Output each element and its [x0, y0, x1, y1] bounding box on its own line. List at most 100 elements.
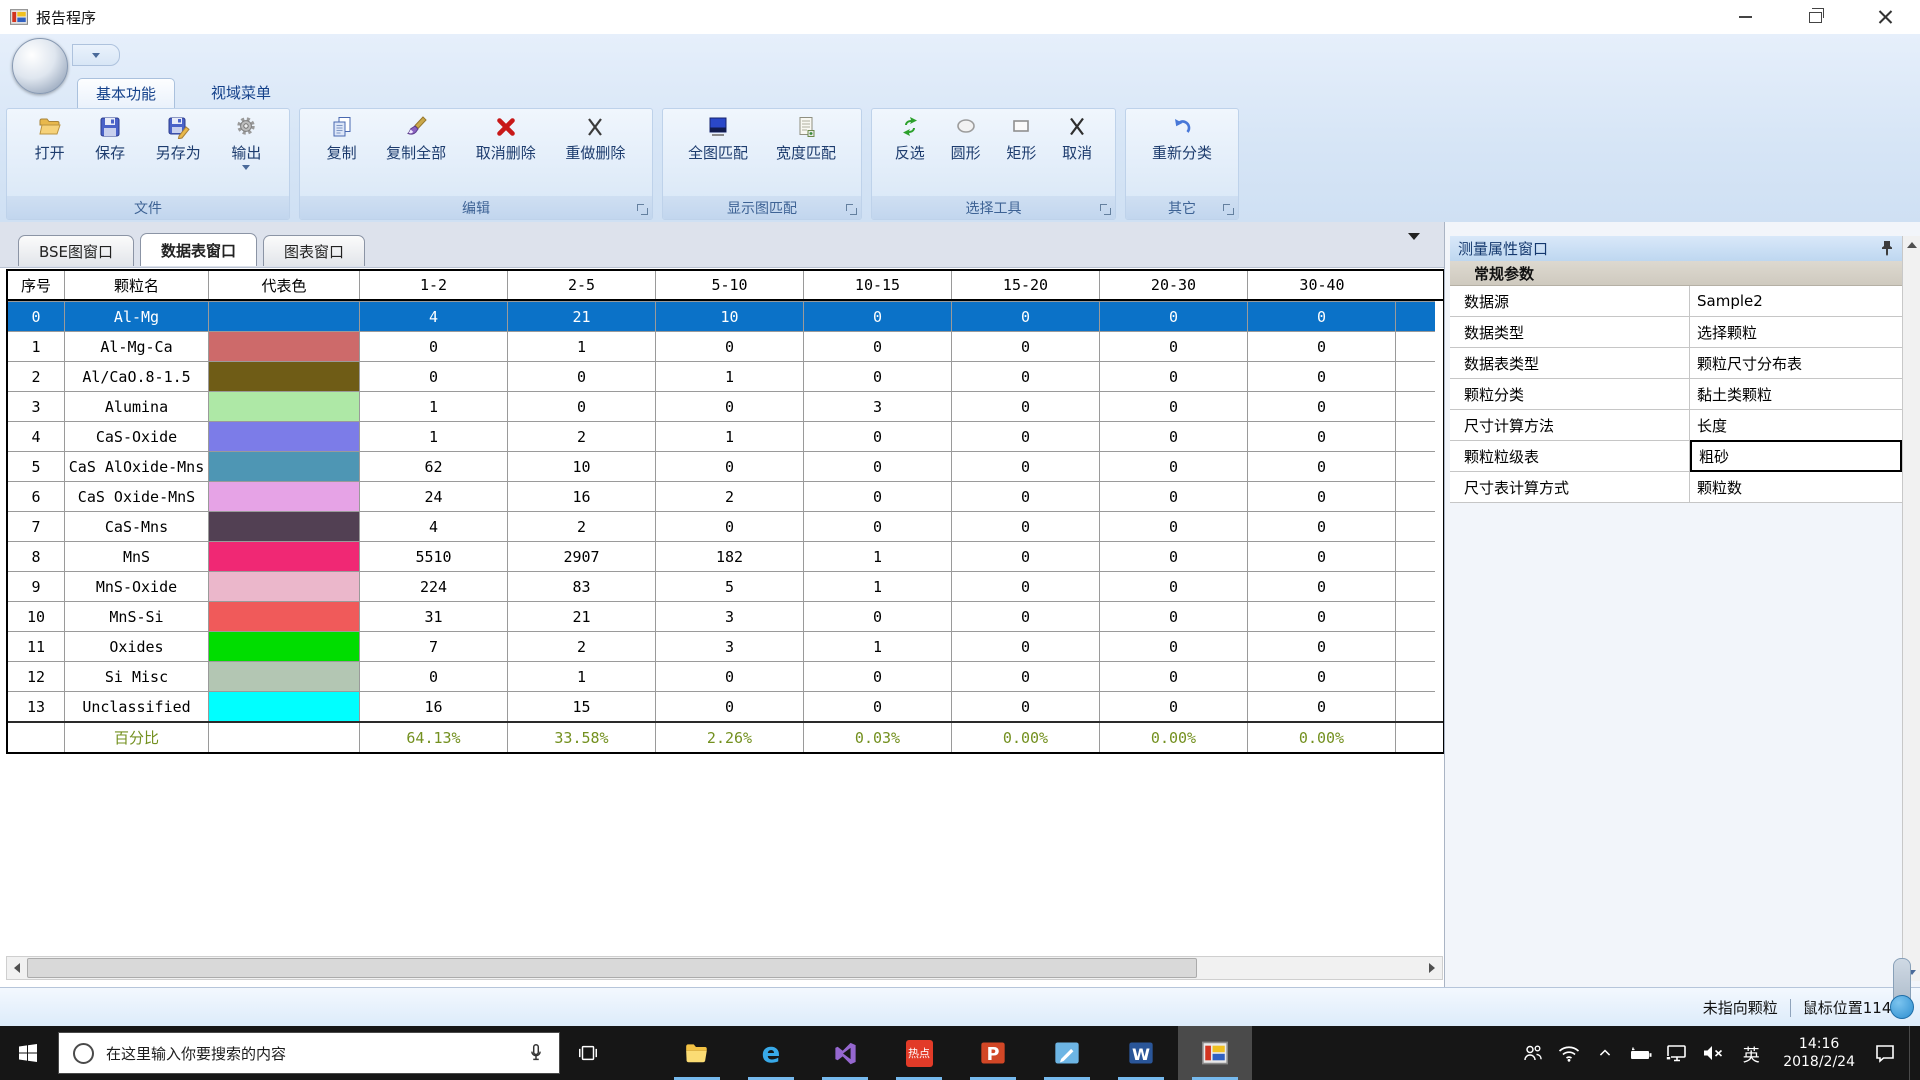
reclassify-button[interactable]: 重新分类: [1145, 111, 1219, 196]
table-row[interactable]: 12 Si Misc 0 1 0 0 0 0 0: [8, 661, 1443, 691]
circle-tool-button[interactable]: 圆形: [944, 111, 988, 196]
ribbon-tab[interactable]: 基本功能: [77, 78, 175, 109]
table-row[interactable]: 1 Al-Mg-Ca 0 1 0 0 0 0 0: [8, 331, 1443, 361]
taskbar-app-file-explorer[interactable]: [660, 1026, 734, 1080]
table-row[interactable]: 9 MnS-Oxide 224 83 5 1 0 0 0: [8, 571, 1443, 601]
table-row[interactable]: 7 CaS-Mns 4 2 0 0 0 0 0: [8, 511, 1443, 541]
scroll-up-button[interactable]: [1903, 236, 1920, 254]
column-header[interactable]: 30-40: [1248, 271, 1396, 299]
save-button[interactable]: 保存: [88, 111, 132, 196]
taskbar-app-report-program[interactable]: [1178, 1026, 1252, 1080]
table-row[interactable]: 0 Al-Mg 4 21 10 0 0 0 0: [8, 301, 1443, 331]
fit-width-button[interactable]: 宽度匹配: [769, 111, 843, 196]
copy-all-button[interactable]: 复制全部: [379, 111, 453, 196]
battery-icon[interactable]: [1623, 1026, 1659, 1080]
redo-delete-button[interactable]: 重做删除: [558, 111, 632, 196]
vertical-scrollbar[interactable]: [1902, 236, 1920, 981]
touch-cursor-indicator[interactable]: [1893, 958, 1911, 1006]
task-view-button[interactable]: [560, 1026, 616, 1080]
taskbar-search-box[interactable]: 在这里输入你要搜索的内容: [58, 1032, 560, 1074]
export-button[interactable]: 输出: [224, 111, 268, 196]
property-value[interactable]: 长度: [1690, 410, 1902, 440]
document-tab[interactable]: 数据表窗口: [140, 233, 257, 266]
taskbar-clock[interactable]: 14:16 2018/2/24: [1771, 1035, 1867, 1071]
microphone-icon[interactable]: [525, 1041, 547, 1065]
column-header[interactable]: 20-30: [1100, 271, 1248, 299]
table-row[interactable]: 13 Unclassified 16 15 0 0 0 0 0: [8, 691, 1443, 721]
property-value[interactable]: 粗砂: [1690, 440, 1902, 472]
copy-button[interactable]: 复制: [320, 111, 364, 196]
property-value[interactable]: 黏土类颗粒: [1690, 379, 1902, 409]
property-row[interactable]: 数据类型 选择颗粒: [1450, 317, 1902, 348]
fit-image-button[interactable]: 全图匹配: [681, 111, 755, 196]
people-icon[interactable]: [1515, 1026, 1551, 1080]
column-header[interactable]: 10-15: [804, 271, 952, 299]
taskbar-app-word[interactable]: W: [1104, 1026, 1178, 1080]
invert-selection-button[interactable]: 反选: [888, 111, 932, 196]
scroll-right-button[interactable]: [1422, 958, 1442, 978]
horizontal-scrollbar-thumb[interactable]: [27, 958, 1197, 978]
column-header[interactable]: 颗粒名: [65, 271, 209, 299]
open-button[interactable]: 打开: [28, 111, 72, 196]
minimize-button[interactable]: [1710, 0, 1780, 34]
pin-icon[interactable]: [1880, 240, 1894, 256]
action-center-icon[interactable]: [1867, 1026, 1903, 1080]
language-indicator[interactable]: 英: [1731, 1041, 1771, 1066]
desktop: 报告程序 基本功能视域菜单 打开 保存: [0, 0, 1920, 1080]
dialog-launcher-icon[interactable]: [636, 203, 648, 215]
horizontal-scrollbar[interactable]: [6, 956, 1443, 980]
cancel-delete-button[interactable]: 取消删除: [469, 111, 543, 196]
dialog-launcher-icon[interactable]: [845, 203, 857, 215]
property-row[interactable]: 数据源 Sample2: [1450, 286, 1902, 317]
scroll-left-button[interactable]: [7, 958, 27, 978]
taskbar-app-visual-studio[interactable]: [808, 1026, 882, 1080]
document-tab[interactable]: 图表窗口: [263, 235, 365, 266]
dialog-launcher-icon[interactable]: [1099, 203, 1111, 215]
wifi-icon[interactable]: [1551, 1026, 1587, 1080]
property-value[interactable]: 颗粒数: [1690, 472, 1902, 502]
taskbar-app-powerpoint[interactable]: P: [956, 1026, 1030, 1080]
document-tab[interactable]: BSE图窗口: [18, 235, 134, 266]
property-row[interactable]: 颗粒分类 黏土类颗粒: [1450, 379, 1902, 410]
tab-overflow-button[interactable]: [1408, 240, 1420, 259]
network-monitor-icon[interactable]: [1659, 1026, 1695, 1080]
table-row[interactable]: 6 CaS Oxide-MnS 24 16 2 0 0 0 0: [8, 481, 1443, 511]
table-row[interactable]: 4 CaS-Oxide 1 2 1 0 0 0 0: [8, 421, 1443, 451]
restore-button[interactable]: [1780, 0, 1850, 34]
column-header[interactable]: 5-10: [656, 271, 804, 299]
property-row[interactable]: 尺寸计算方法 长度: [1450, 410, 1902, 441]
property-row[interactable]: 尺寸表计算方式 颗粒数: [1450, 472, 1902, 503]
property-row[interactable]: 数据表类型 颗粒尺寸分布表: [1450, 348, 1902, 379]
column-header[interactable]: 2-5: [508, 271, 656, 299]
table-row[interactable]: 5 CaS AlOxide-Mns 62 10 0 0 0 0 0: [8, 451, 1443, 481]
start-button[interactable]: [0, 1026, 56, 1080]
cancel-selection-button[interactable]: 取消: [1055, 111, 1099, 196]
table-row[interactable]: 10 MnS-Si 31 21 3 0 0 0 0: [8, 601, 1443, 631]
table-row[interactable]: 11 Oxides 7 2 3 1 0 0 0: [8, 631, 1443, 661]
close-button[interactable]: [1850, 0, 1920, 34]
section-header[interactable]: 常规参数: [1450, 261, 1902, 286]
application-orb-button[interactable]: [12, 38, 68, 94]
taskbar-app-edge[interactable]: e: [734, 1026, 808, 1080]
property-value[interactable]: 选择颗粒: [1690, 317, 1902, 347]
property-value[interactable]: 颗粒尺寸分布表: [1690, 348, 1902, 378]
column-header[interactable]: 代表色: [209, 271, 360, 299]
taskbar-app-hotspot[interactable]: 热点: [882, 1026, 956, 1080]
quick-access-toolbar-dropdown[interactable]: [72, 44, 120, 66]
volume-muted-icon[interactable]: [1695, 1026, 1731, 1080]
tray-chevron-up-icon[interactable]: [1587, 1026, 1623, 1080]
table-row[interactable]: 8 MnS 5510 2907 182 1 0 0 0: [8, 541, 1443, 571]
property-value[interactable]: Sample2: [1690, 286, 1902, 316]
ribbon-tab[interactable]: 视域菜单: [193, 78, 289, 108]
table-row[interactable]: 2 Al/CaO.8-1.5 0 0 1 0 0 0 0: [8, 361, 1443, 391]
rect-tool-button[interactable]: 矩形: [999, 111, 1043, 196]
column-header[interactable]: 序号: [8, 271, 65, 299]
show-desktop-button[interactable]: [1909, 1026, 1920, 1080]
column-header[interactable]: 1-2: [360, 271, 508, 299]
save-as-button[interactable]: 另存为: [149, 111, 208, 196]
property-row[interactable]: 颗粒粒级表 粗砂: [1450, 441, 1902, 472]
taskbar-app-notes[interactable]: [1030, 1026, 1104, 1080]
column-header[interactable]: 15-20: [952, 271, 1100, 299]
table-row[interactable]: 3 Alumina 1 0 0 3 0 0 0: [8, 391, 1443, 421]
dialog-launcher-icon[interactable]: [1222, 203, 1234, 215]
